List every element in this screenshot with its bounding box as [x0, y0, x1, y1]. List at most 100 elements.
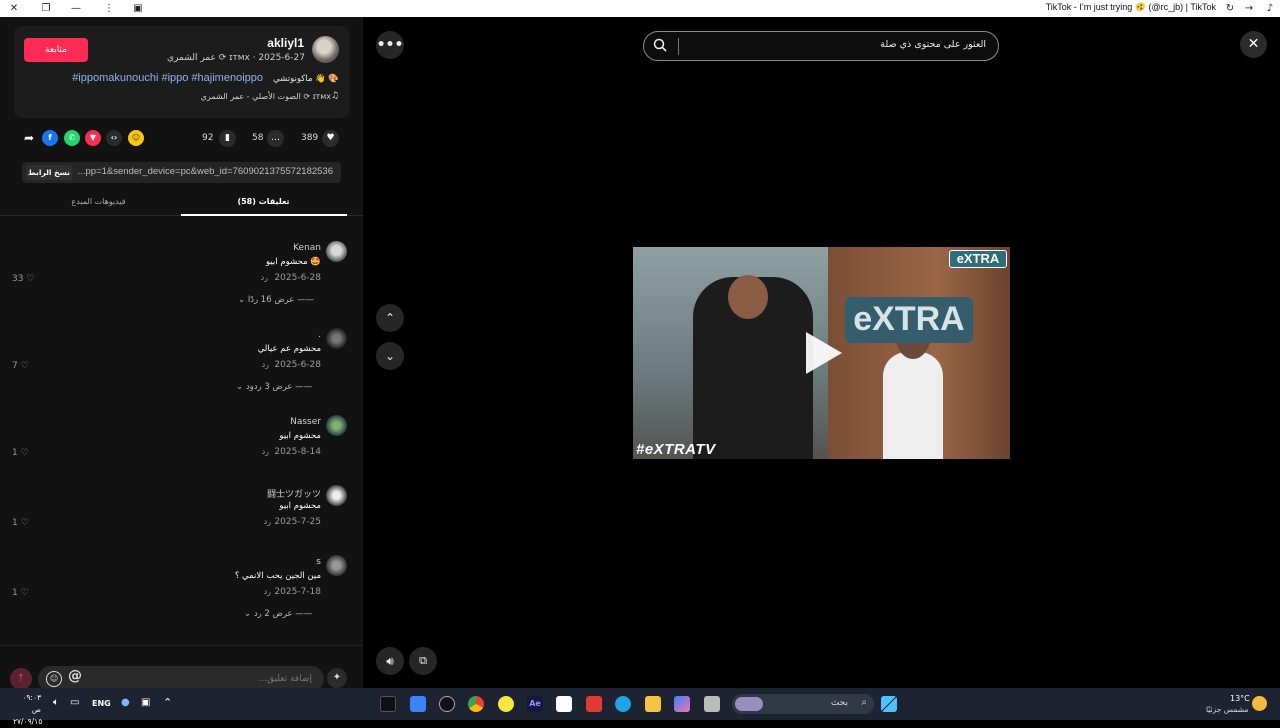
view-replies-button[interactable]: ⌄ عرض 16 ردًا —— — [238, 295, 314, 305]
like-count: 389 — [301, 133, 319, 143]
author-username[interactable]: akliyl1 — [267, 36, 304, 50]
heart-icon[interactable]: ♥ — [322, 130, 339, 147]
chrome-icon[interactable] — [468, 696, 484, 712]
reply-button[interactable]: رد — [262, 360, 269, 369]
mention-icon[interactable]: @ — [68, 668, 82, 684]
commenter-avatar[interactable] — [326, 241, 347, 262]
search-input[interactable]: العثور على محتوى ذي صلة — [880, 39, 986, 50]
comment-count: 58 — [252, 133, 264, 143]
files-app-icon[interactable] — [410, 696, 426, 712]
close-icon[interactable]: ✕ — [1240, 31, 1267, 58]
video-scene-person-right — [883, 352, 943, 459]
commenter-avatar[interactable] — [326, 555, 347, 576]
friends-share-icon[interactable]: ☺ — [128, 130, 144, 146]
video-frame[interactable]: eXTRA eXTRA #eXTRATV — [633, 247, 1010, 459]
taskbar-search[interactable]: بحث ⌕ — [732, 694, 874, 714]
tab-comments[interactable]: تعليقات (58) — [181, 197, 346, 206]
author-avatar[interactable] — [312, 36, 339, 63]
commenter-avatar[interactable] — [326, 485, 347, 506]
commenter-name[interactable]: Nasser — [290, 417, 321, 427]
volume-icon[interactable]: 🔊︎ — [376, 647, 404, 675]
speaker-icon[interactable]: 🔈︎ — [53, 697, 59, 708]
embed-icon[interactable]: ‹› — [106, 130, 122, 146]
play-icon[interactable] — [806, 332, 842, 374]
comment-like[interactable]: 1 ♡ — [12, 448, 29, 458]
commenter-avatar[interactable] — [326, 415, 347, 436]
after-effects-icon[interactable]: Ae — [527, 696, 543, 712]
chevron-up-icon[interactable]: ⌃ — [376, 304, 404, 332]
comment-date: 2025-7-18 — [274, 587, 321, 597]
commenter-avatar[interactable] — [326, 328, 347, 349]
copy-link-button[interactable]: نسخ الرابط — [26, 165, 72, 180]
commenter-name[interactable]: . — [318, 330, 321, 340]
comment-icon[interactable]: … — [267, 130, 284, 147]
heart-outline-icon: ♡ — [20, 588, 29, 598]
related-search-box[interactable]: العثور على محتوى ذي صلة — [643, 31, 999, 61]
capcut-icon[interactable] — [556, 696, 572, 712]
heart-outline-icon: ♡ — [20, 361, 29, 371]
reply-button[interactable]: رد — [264, 587, 271, 596]
facebook-icon[interactable]: f — [42, 130, 58, 146]
search-icon[interactable] — [653, 38, 667, 52]
commenter-name[interactable]: s — [316, 557, 321, 567]
reload-icon[interactable]: ↻ — [1222, 1, 1238, 16]
forward-icon[interactable]: → — [1241, 1, 1257, 16]
bookmark-icon[interactable]: ▮ — [219, 130, 236, 147]
microphone-icon[interactable]: ● — [121, 697, 130, 708]
reply-button[interactable]: رد — [264, 517, 271, 526]
tray-app-icon[interactable]: ▣ — [141, 697, 150, 708]
comment-like[interactable]: 1 ♡ — [12, 588, 29, 598]
weather-temperature[interactable]: 13°C — [1230, 694, 1250, 703]
maximize-window-icon[interactable]: ❐ — [38, 1, 54, 16]
file-explorer-icon[interactable] — [645, 696, 661, 712]
send-to-friends-icon[interactable]: ▼ — [85, 130, 101, 146]
task-view-icon[interactable] — [704, 696, 720, 712]
sound-link[interactable]: الصوت الأصلي - عمر الشمري ⟳ ɪтмx — [201, 92, 331, 101]
more-menu-button[interactable]: ••• — [376, 31, 404, 59]
title-bar: ✕ ❐ — ⋮ ▣ TikTok - I’m just trying 🫨 (@r… — [0, 0, 1280, 17]
weather-description[interactable]: مشمس جزئيًا — [1206, 705, 1248, 714]
caption-hashtags[interactable]: #ippomakunouchi #ippo #hajimenoippo — [72, 72, 263, 84]
comment-like-count: 1 — [12, 588, 18, 598]
share-link-text[interactable]: ...pp=1&sender_device=pc&web_id=76090213… — [78, 166, 333, 177]
comment-text: محشوم عم عيالي — [257, 344, 321, 354]
more-options-icon[interactable]: ⋮ — [101, 1, 117, 16]
floating-player-icon[interactable]: ⧉ — [409, 647, 437, 675]
comment-like[interactable]: 33 ♡ — [12, 274, 34, 284]
minimize-window-icon[interactable]: — — [68, 1, 84, 16]
extension-icon[interactable]: ▣ — [130, 1, 146, 16]
left-panel: متابعة akliyl1 عمر الشمري ⟳ ɪтмx · 2025-… — [0, 17, 363, 705]
taskbar-search-label: بحث — [830, 698, 848, 708]
share-icon[interactable]: ➦ — [21, 130, 37, 146]
commenter-name[interactable]: 闘士ツガッツ — [267, 487, 321, 500]
start-menu-icon[interactable] — [881, 696, 897, 712]
heart-outline-icon: ♡ — [26, 274, 35, 284]
copilot-icon[interactable] — [674, 696, 690, 712]
edge-icon[interactable] — [615, 696, 631, 712]
whatsapp-icon[interactable]: ✆ — [64, 130, 80, 146]
network-icon[interactable]: ▭ — [70, 697, 79, 708]
follow-button[interactable]: متابعة — [24, 38, 88, 62]
browser-app-icon[interactable] — [439, 696, 455, 712]
view-replies-button[interactable]: ⌄ عرض 2 رد —— — [244, 609, 312, 619]
tiktok-logo-icon: ♪ — [1266, 3, 1274, 14]
emoji-icon[interactable]: ☺ — [46, 671, 62, 687]
language-indicator[interactable]: ENG — [92, 699, 111, 708]
tiktok-app-icon[interactable] — [380, 696, 396, 712]
comment-like[interactable]: 7 ♡ — [12, 361, 29, 371]
reply-button[interactable]: رد — [262, 447, 269, 456]
close-window-icon[interactable]: ✕ — [6, 1, 22, 16]
app-icon-yellow[interactable] — [498, 696, 514, 712]
reply-button[interactable]: رد — [261, 273, 268, 282]
wps-icon[interactable] — [586, 696, 602, 712]
weather-sun-icon — [1252, 696, 1267, 711]
comment-like[interactable]: 1 ♡ — [12, 518, 29, 528]
view-replies-button[interactable]: ⌄ عرض 3 ردود —— — [236, 382, 312, 392]
tab-creator-videos[interactable]: فيديوهات المبدع — [16, 197, 181, 206]
view-replies-label: عرض 3 ردود — [245, 382, 293, 392]
tray-overflow-icon[interactable]: ⌃ — [163, 696, 172, 709]
chevron-down-icon[interactable]: ⌄ — [376, 342, 404, 370]
send-comment-button[interactable]: ↑ — [10, 668, 32, 690]
clock[interactable]: ٠٩:٠٣ ص ٢٧/٠٩/١٥ — [13, 692, 42, 728]
commenter-name[interactable]: Kenan — [293, 243, 321, 253]
